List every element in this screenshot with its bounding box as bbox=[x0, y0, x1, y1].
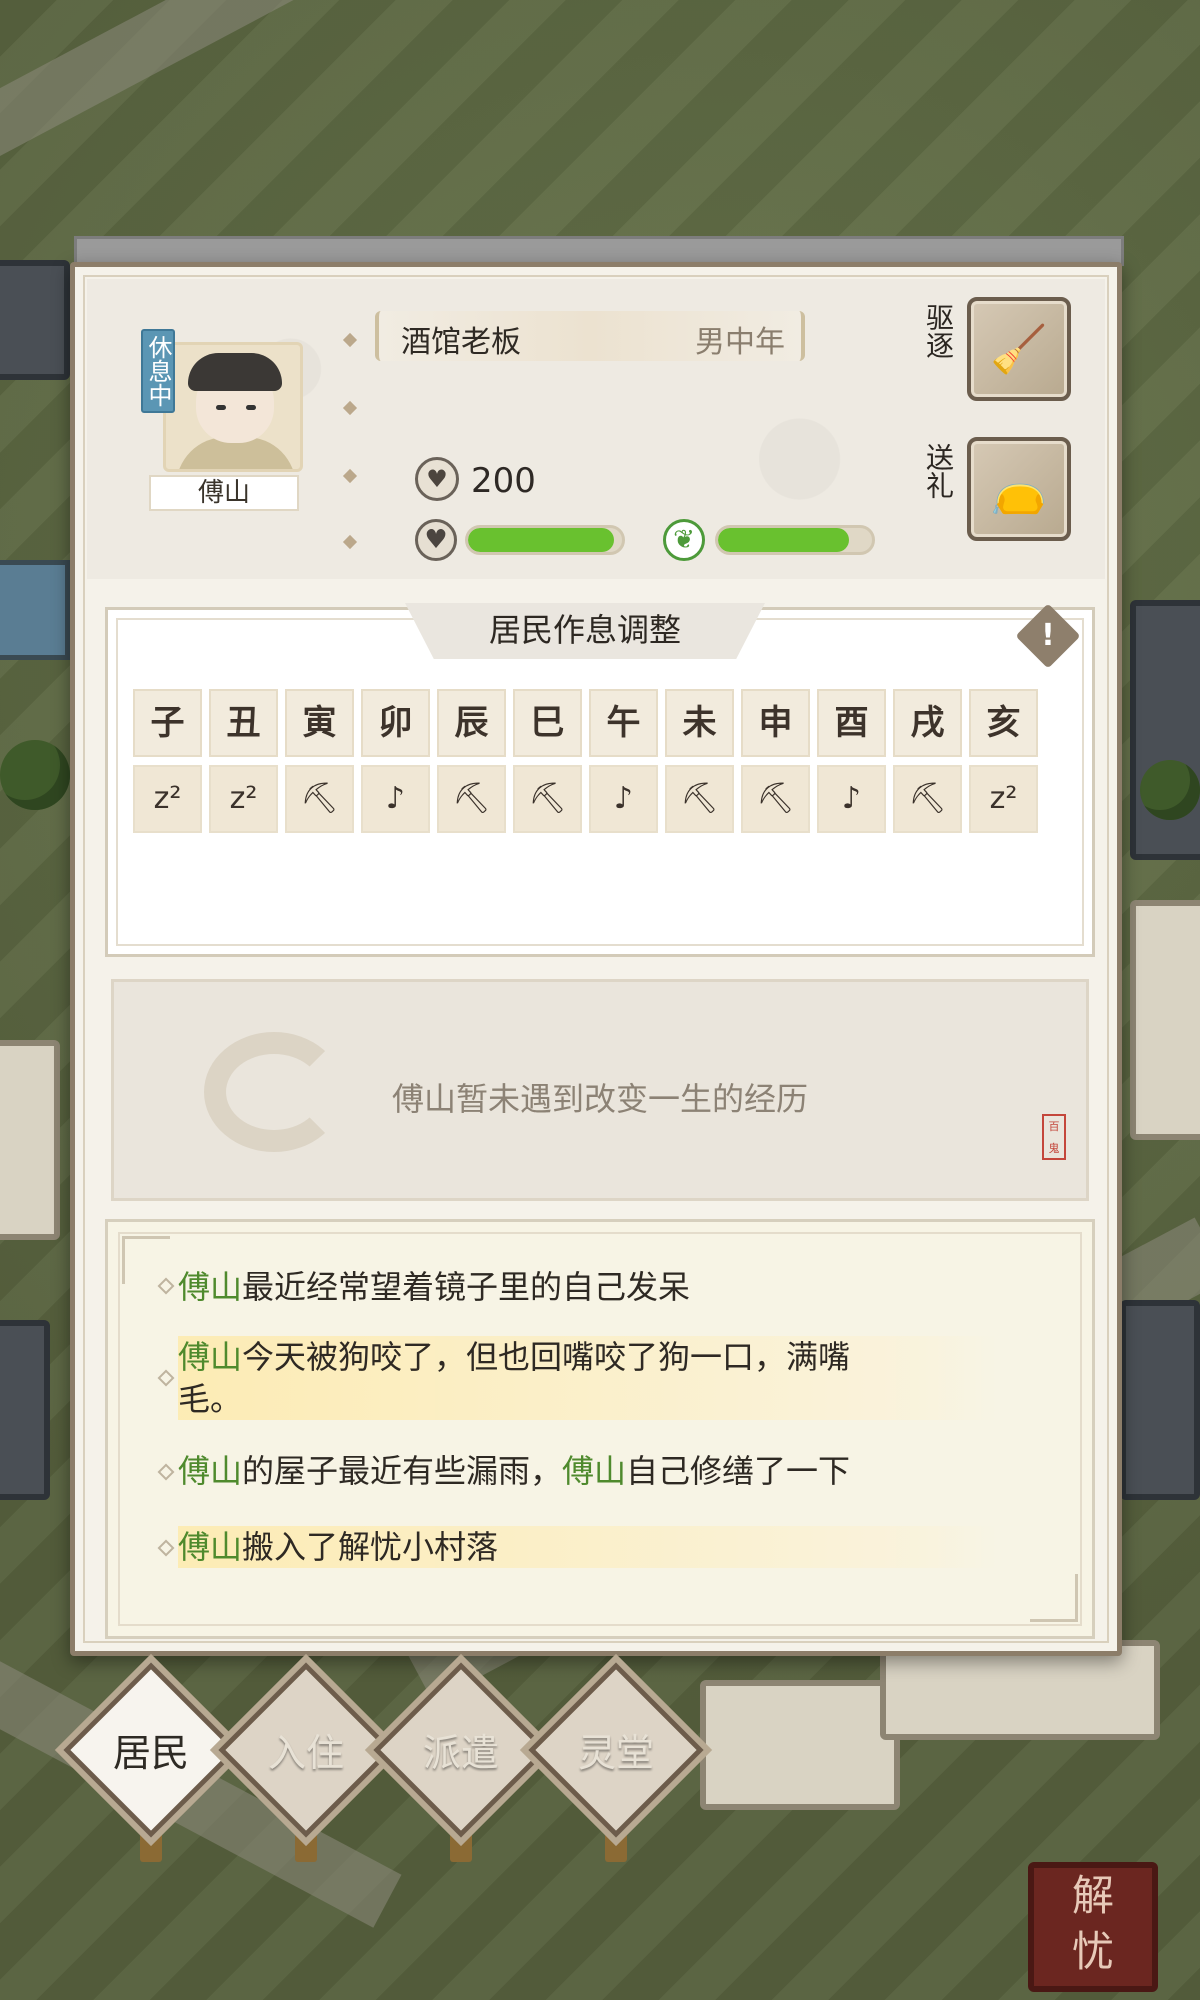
avatar-hat bbox=[188, 353, 282, 391]
map-building bbox=[1120, 1300, 1200, 1500]
log-entry: 傅山最近经常望着镜子里的自己发呆 bbox=[178, 1266, 690, 1308]
log-name: 傅山 bbox=[178, 1452, 243, 1490]
log-entry: 傅山搬入了解忧小村落 bbox=[178, 1526, 998, 1568]
event-log[interactable]: 傅山最近经常望着镜子里的自己发呆 傅山今天被狗咬了，但也回嘴咬了狗一口，满嘴 毛… bbox=[105, 1219, 1095, 1639]
red-seal: 百鬼 bbox=[1042, 1114, 1066, 1160]
leisure-icon[interactable]: ♪ bbox=[817, 765, 886, 833]
log-text: 毛。 bbox=[178, 1380, 243, 1418]
map-building bbox=[1130, 600, 1200, 860]
experience-text: 傅山暂未遇到改变一生的经历 bbox=[391, 1080, 808, 1118]
schedule-title: 居民作息调整 bbox=[405, 603, 765, 659]
status-badge: 休息中 bbox=[141, 329, 175, 413]
log-entry: 傅山的屋子最近有些漏雨，傅山自己修缮了一下 bbox=[178, 1450, 850, 1492]
resident-name: 傅山 bbox=[149, 475, 299, 511]
log-text: 的屋子最近有些漏雨， bbox=[242, 1452, 563, 1490]
resident-avatar[interactable] bbox=[163, 342, 303, 472]
log-entry: 傅山今天被狗咬了，但也回嘴咬了狗一口，满嘴 毛。 bbox=[178, 1336, 998, 1420]
heart-icon: ♥ bbox=[415, 519, 457, 561]
leisure-icon[interactable]: ♪ bbox=[589, 765, 658, 833]
hour-cell: 申 bbox=[741, 689, 810, 757]
work-icon[interactable]: ⛏ bbox=[285, 765, 354, 833]
hour-cell: 寅 bbox=[285, 689, 354, 757]
log-text: 最近经常望着镜子里的自己发呆 bbox=[242, 1268, 691, 1306]
log-name: 傅山 bbox=[178, 1268, 243, 1306]
life-experience-box: 傅山暂未遇到改变一生的经历 百鬼 bbox=[111, 979, 1089, 1201]
tab-memorial-hall-label: 灵堂 bbox=[577, 1731, 654, 1775]
activity-row: z² z² ⛏ ♪ ⛏ ⛏ ♪ ⛏ ⛏ ♪ ⛏ z² bbox=[133, 765, 1038, 833]
hour-cell: 未 bbox=[665, 689, 734, 757]
broom-icon: 🧹 bbox=[990, 321, 1048, 376]
tab-residents-label: 居民 bbox=[112, 1731, 189, 1775]
leisure-icon[interactable]: ♪ bbox=[361, 765, 430, 833]
work-icon[interactable]: ⛏ bbox=[741, 765, 810, 833]
resident-detail-panel: 休息中 傅山 酒馆老板 男中年 ♥ 200 ♥ ❦ 驱逐 🧹 送礼 👝 居民作息… bbox=[70, 262, 1122, 1656]
work-icon[interactable]: ⛏ bbox=[513, 765, 582, 833]
corner-ornament bbox=[1030, 1574, 1078, 1622]
health-bar bbox=[715, 525, 875, 555]
hour-cell: 巳 bbox=[513, 689, 582, 757]
hour-cell: 子 bbox=[133, 689, 202, 757]
hour-cell: 丑 bbox=[209, 689, 278, 757]
log-name: 傅山 bbox=[178, 1528, 243, 1566]
map-building bbox=[0, 260, 70, 380]
map-building bbox=[0, 1320, 50, 1500]
sleep-icon[interactable]: z² bbox=[969, 765, 1038, 833]
map-pond bbox=[0, 560, 70, 660]
coin-value: 200 bbox=[471, 461, 536, 501]
log-text: 搬入了解忧小村落 bbox=[242, 1528, 499, 1566]
hour-cell: 午 bbox=[589, 689, 658, 757]
gift-label: 送礼 bbox=[922, 443, 955, 499]
map-tree bbox=[0, 740, 70, 810]
tab-dispatch-label: 派遣 bbox=[422, 1731, 499, 1775]
log-text: 今天被狗咬了，但也回嘴咬了狗一口，满嘴 bbox=[242, 1338, 851, 1376]
leaf-icon: ❦ bbox=[663, 519, 705, 561]
map-building bbox=[700, 1680, 900, 1810]
log-name: 傅山 bbox=[178, 1338, 243, 1376]
log-name: 傅山 bbox=[562, 1452, 627, 1490]
hour-cell: 酉 bbox=[817, 689, 886, 757]
gift-button[interactable]: 👝 bbox=[967, 437, 1071, 541]
hour-cell: 卯 bbox=[361, 689, 430, 757]
work-icon[interactable]: ⛏ bbox=[893, 765, 962, 833]
tab-move-in-label: 入住 bbox=[267, 1731, 344, 1775]
log-bullet bbox=[157, 1539, 175, 1557]
expel-label: 驱逐 bbox=[922, 303, 955, 359]
coin-icon: ♥ bbox=[415, 457, 459, 501]
mood-bar bbox=[465, 525, 625, 555]
mood-bar-fill bbox=[468, 528, 615, 552]
expel-button[interactable]: 🧹 bbox=[967, 297, 1071, 401]
gift-bag-icon: 👝 bbox=[990, 461, 1048, 516]
health-bar-fill bbox=[718, 528, 849, 552]
log-text: 自己修缮了一下 bbox=[626, 1452, 851, 1490]
avatar-eye bbox=[216, 405, 226, 410]
jieyou-seal-button[interactable]: 解 忧 bbox=[1028, 1862, 1158, 1992]
occupation-bar: 酒馆老板 男中年 bbox=[375, 311, 805, 361]
avatar-eye bbox=[246, 405, 256, 410]
map-tree bbox=[1140, 760, 1200, 820]
sleep-icon[interactable]: z² bbox=[133, 765, 202, 833]
work-icon[interactable]: ⛏ bbox=[437, 765, 506, 833]
map-building bbox=[0, 1040, 60, 1240]
hour-row: 子丑寅卯辰巳午未申酉戌亥 bbox=[133, 689, 1038, 757]
seal-char: 解 bbox=[1071, 1871, 1114, 1920]
log-bullet bbox=[157, 1463, 175, 1481]
map-building bbox=[1130, 900, 1200, 1140]
corner-ornament bbox=[122, 1236, 170, 1284]
log-bullet bbox=[157, 1369, 175, 1387]
seal-char: 忧 bbox=[1071, 1927, 1114, 1976]
occupation-label: 酒馆老板 bbox=[401, 325, 521, 360]
map-road bbox=[0, 0, 498, 173]
sleep-icon[interactable]: z² bbox=[209, 765, 278, 833]
work-icon[interactable]: ⛏ bbox=[665, 765, 734, 833]
gender-age-label: 男中年 bbox=[695, 325, 785, 360]
exclamation-icon: ! bbox=[1041, 618, 1055, 653]
hour-cell: 辰 bbox=[437, 689, 506, 757]
hour-cell: 戌 bbox=[893, 689, 962, 757]
hour-cell: 亥 bbox=[969, 689, 1038, 757]
